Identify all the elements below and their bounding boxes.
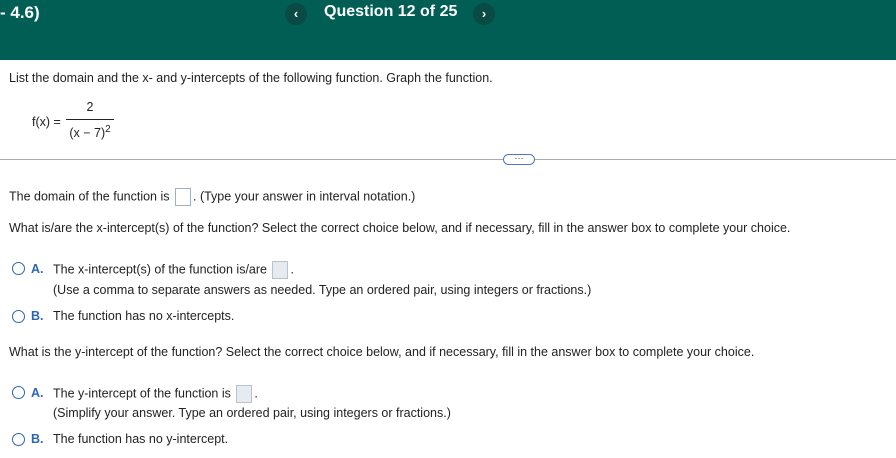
x-intercept-answer-box[interactable] — [272, 261, 289, 279]
domain-line: The domain of the function is . (Type yo… — [9, 188, 415, 206]
x-intercept-question: What is/are the x-intercept(s) of the fu… — [9, 221, 791, 235]
x-intercept-option-a-radio[interactable] — [12, 262, 25, 275]
previous-question-button[interactable]: ‹ — [285, 3, 307, 25]
header-bar: - 4.6) ‹ Question 12 of 25 › — [0, 0, 896, 60]
x-intercept-option-b-text: The function has no x-intercepts. — [53, 309, 235, 323]
y-intercept-option-a-letter: A. — [31, 386, 44, 400]
x-intercept-option-a-hint: (Use a comma to separate answers as need… — [53, 283, 592, 297]
fraction-denominator: (x − 7)2 — [66, 120, 114, 140]
denominator-exponent: 2 — [105, 124, 111, 135]
function-fraction: 2 (x − 7)2 — [66, 100, 114, 140]
x-intercept-option-b-letter: B. — [31, 309, 44, 323]
x-intercept-option-b-radio[interactable] — [12, 310, 25, 323]
next-question-button[interactable]: › — [473, 3, 495, 25]
function-label: f(x) = — [32, 115, 61, 129]
y-intercept-answer-box[interactable] — [236, 385, 253, 403]
section-number: - 4.6) — [0, 3, 40, 22]
y-intercept-option-a: The y-intercept of the function is . — [53, 385, 258, 403]
question-title: Question 12 of 25 — [324, 3, 458, 20]
instructions-text: List the domain and the x- and y-interce… — [9, 71, 493, 85]
x-intercept-option-a: The x-intercept(s) of the function is/ar… — [53, 261, 294, 279]
more-options-button[interactable]: ··· — [503, 154, 535, 165]
domain-answer-box[interactable] — [175, 188, 191, 206]
y-intercept-option-b-radio[interactable] — [12, 433, 25, 446]
domain-prefix: The domain of the function is — [9, 189, 170, 204]
section-divider — [0, 159, 896, 160]
denominator-base: (x − 7) — [69, 126, 106, 141]
y-intercept-question: What is the y-intercept of the function?… — [9, 345, 755, 359]
y-intercept-option-b-text: The function has no y-intercept. — [53, 432, 229, 446]
y-intercept-option-a-radio[interactable] — [12, 386, 25, 399]
domain-suffix: . (Type your answer in interval notation… — [193, 189, 416, 204]
y-intercept-option-a-hint: (Simplify your answer. Type an ordered p… — [53, 406, 451, 420]
y-intercept-option-b-letter: B. — [31, 432, 44, 446]
fraction-numerator: 2 — [86, 100, 94, 114]
x-intercept-option-a-letter: A. — [31, 262, 44, 276]
x-intercept-option-a-text: The x-intercept(s) of the function is/ar… — [53, 262, 267, 277]
y-intercept-option-a-text: The y-intercept of the function is — [53, 386, 231, 401]
